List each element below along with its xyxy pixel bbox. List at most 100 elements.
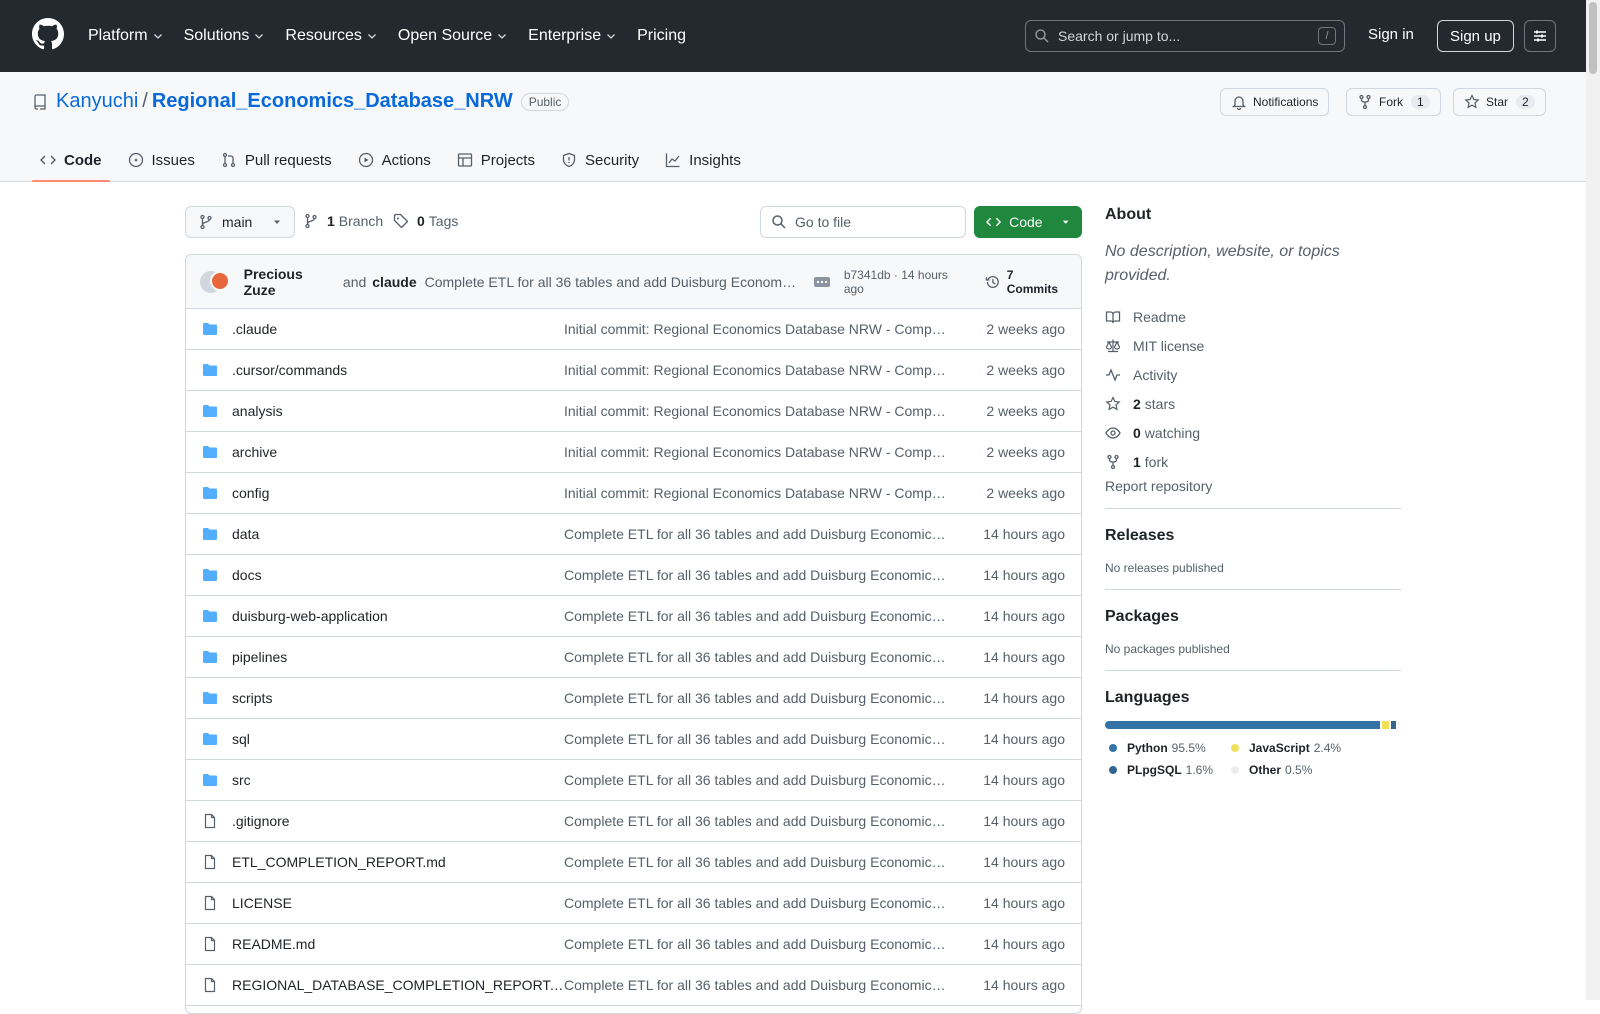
commit-message-link[interactable]: Complete ETL for all 36 tables and add D… bbox=[564, 731, 948, 747]
star-button[interactable]: Star 2 bbox=[1453, 88, 1546, 116]
watching-link[interactable]: 0 watching bbox=[1105, 418, 1401, 447]
file-row[interactable]: .gitignore Complete ETL for all 36 tables… bbox=[186, 801, 1081, 842]
file-name-link[interactable]: sql bbox=[232, 731, 564, 747]
tags-link[interactable]: 0 Tags bbox=[393, 213, 458, 229]
commit-message-link[interactable]: Complete ETL for all 36 tables and add D… bbox=[564, 895, 948, 911]
commit-message-link[interactable]: Complete ETL for all 36 tables and add D… bbox=[564, 649, 948, 665]
directory-row[interactable]: .claude Initial commit: Regional Economic… bbox=[186, 309, 1081, 350]
directory-row[interactable]: scripts Complete ETL for all 36 tables an… bbox=[186, 678, 1081, 719]
file-name-link[interactable]: docs bbox=[232, 567, 564, 583]
nav-platform[interactable]: Platform bbox=[88, 27, 164, 45]
commit-message-link[interactable]: Complete ETL for all 36 tables and add D… bbox=[564, 608, 948, 624]
file-name-link[interactable]: analysis bbox=[232, 403, 564, 419]
tab-insights[interactable]: Insights bbox=[657, 140, 749, 180]
nav-pricing[interactable]: Pricing bbox=[637, 27, 686, 45]
readme-link[interactable]: Readme bbox=[1105, 302, 1401, 331]
nav-enterprise[interactable]: Enterprise bbox=[528, 27, 617, 45]
forks-link[interactable]: 1 fork bbox=[1105, 447, 1401, 476]
file-name-link[interactable]: .cursor/commands bbox=[232, 362, 564, 378]
nav-open-source[interactable]: Open Source bbox=[398, 27, 508, 45]
commit-hash-time[interactable]: b7341db · 14 hours ago bbox=[844, 268, 969, 296]
go-to-file-input[interactable]: Go to file bbox=[760, 206, 966, 238]
file-name-link[interactable]: duisburg-web-application bbox=[232, 608, 564, 624]
language-item[interactable]: Python 95.5% bbox=[1105, 737, 1227, 759]
github-logo-icon[interactable] bbox=[32, 18, 64, 50]
commit-message-link[interactable]: Complete ETL for all 36 tables and add D… bbox=[564, 690, 948, 706]
page-scrollbar[interactable] bbox=[1586, 0, 1600, 1000]
scrollbar-thumb[interactable] bbox=[1589, 2, 1597, 74]
tab-security[interactable]: Security bbox=[553, 140, 647, 180]
commits-link[interactable]: 7 Commits bbox=[985, 268, 1067, 296]
settings-menu-button[interactable] bbox=[1524, 20, 1556, 52]
file-name-link[interactable]: src bbox=[232, 772, 564, 788]
fork-button[interactable]: Fork 1 bbox=[1346, 88, 1441, 116]
ellipsis-icon[interactable] bbox=[814, 276, 830, 287]
sign-up-button[interactable]: Sign up bbox=[1437, 20, 1514, 52]
directory-row[interactable]: archive Initial commit: Regional Economic… bbox=[186, 432, 1081, 473]
file-name-link[interactable]: README.md bbox=[232, 936, 564, 952]
report-repository-link[interactable]: Report repository bbox=[1105, 478, 1401, 494]
commit-message-link[interactable]: Complete ETL for all 36 tables and add D… bbox=[425, 274, 796, 290]
file-name-link[interactable]: scripts bbox=[232, 690, 564, 706]
directory-row[interactable]: docs Complete ETL for all 36 tables and a… bbox=[186, 555, 1081, 596]
packages-heading[interactable]: Packages bbox=[1105, 608, 1401, 626]
commit-message-link[interactable]: Initial commit: Regional Economics Datab… bbox=[564, 321, 948, 337]
code-dropdown-button[interactable]: Code bbox=[974, 206, 1082, 238]
commit-message-link[interactable]: Complete ETL for all 36 tables and add D… bbox=[564, 526, 948, 542]
sign-in-link[interactable]: Sign in bbox=[1368, 26, 1414, 43]
branches-link[interactable]: 1 Branch bbox=[303, 213, 383, 229]
file-name-link[interactable]: pipelines bbox=[232, 649, 564, 665]
commit-author-link[interactable]: Precious Zuze bbox=[244, 266, 337, 298]
commit-message-link[interactable]: Complete ETL for all 36 tables and add D… bbox=[564, 813, 948, 829]
commit-message-link[interactable]: Initial commit: Regional Economics Datab… bbox=[564, 362, 948, 378]
file-name-link[interactable]: ETL_COMPLETION_REPORT.md bbox=[232, 854, 564, 870]
tab-issues[interactable]: Issues bbox=[120, 140, 203, 180]
commit-coauthor-link[interactable]: claude bbox=[372, 274, 416, 290]
repo-name-link[interactable]: Regional_Economics_Database_NRW bbox=[152, 90, 513, 113]
directory-row[interactable]: .cursor/commands Initial commit: Regional… bbox=[186, 350, 1081, 391]
directory-row[interactable]: sql Complete ETL for all 36 tables and ad… bbox=[186, 719, 1081, 760]
nav-solutions[interactable]: Solutions bbox=[184, 27, 266, 45]
commit-message-link[interactable]: Initial commit: Regional Economics Datab… bbox=[564, 485, 948, 501]
commit-message-link[interactable]: Initial commit: Regional Economics Datab… bbox=[564, 403, 948, 419]
directory-row[interactable]: analysis Initial commit: Regional Economi… bbox=[186, 391, 1081, 432]
file-name-link[interactable]: .claude bbox=[232, 321, 564, 337]
commit-message-link[interactable]: Complete ETL for all 36 tables and add D… bbox=[564, 854, 948, 870]
directory-row[interactable]: config Initial commit: Regional Economics… bbox=[186, 473, 1081, 514]
notifications-button[interactable]: Notifications bbox=[1220, 88, 1330, 116]
directory-row[interactable]: pipelines Complete ETL for all 36 tables … bbox=[186, 637, 1081, 678]
tab-projects[interactable]: Projects bbox=[449, 140, 543, 180]
license-link[interactable]: MIT license bbox=[1105, 331, 1401, 360]
file-name-link[interactable]: .gitignore bbox=[232, 813, 564, 829]
commit-message-link[interactable]: Complete ETL for all 36 tables and add D… bbox=[564, 772, 948, 788]
commit-message-link[interactable]: Complete ETL for all 36 tables and add D… bbox=[564, 567, 948, 583]
commit-message-link[interactable]: Initial commit: Regional Economics Datab… bbox=[564, 444, 948, 460]
tab-actions[interactable]: Actions bbox=[350, 140, 439, 180]
language-item[interactable]: Other 0.5% bbox=[1227, 759, 1349, 781]
file-row[interactable]: ETL_COMPLETION_REPORT.md Complete ETL for… bbox=[186, 842, 1081, 883]
file-name-link[interactable]: data bbox=[232, 526, 564, 542]
repo-owner-link[interactable]: Kanyuchi bbox=[56, 90, 138, 113]
file-name-link[interactable]: REGIONAL_DATABASE_COMPLETION_REPORT.md bbox=[232, 977, 564, 993]
directory-row[interactable]: src Complete ETL for all 36 tables and ad… bbox=[186, 760, 1081, 801]
commit-message-link[interactable]: Complete ETL for all 36 tables and add D… bbox=[564, 977, 948, 993]
directory-row[interactable]: duisburg-web-application Complete ETL for… bbox=[186, 596, 1081, 637]
tab-pull-requests[interactable]: Pull requests bbox=[213, 140, 340, 180]
file-name-link[interactable]: LICENSE bbox=[232, 895, 564, 911]
file-name-link[interactable]: archive bbox=[232, 444, 564, 460]
file-name-link[interactable]: config bbox=[232, 485, 564, 501]
avatar[interactable] bbox=[200, 270, 230, 293]
releases-heading[interactable]: Releases bbox=[1105, 527, 1401, 545]
stars-link[interactable]: 2 stars bbox=[1105, 389, 1401, 418]
avatar[interactable] bbox=[210, 270, 230, 291]
activity-link[interactable]: Activity bbox=[1105, 360, 1401, 389]
directory-row[interactable]: data Complete ETL for all 36 tables and a… bbox=[186, 514, 1081, 555]
language-item[interactable]: JavaScript 2.4% bbox=[1227, 737, 1349, 759]
tab-code[interactable]: Code bbox=[32, 140, 110, 182]
branch-selector[interactable]: main bbox=[185, 206, 296, 238]
nav-resources[interactable]: Resources bbox=[285, 27, 377, 45]
file-row[interactable]: README.md Complete ETL for all 36 tables … bbox=[186, 924, 1081, 965]
language-item[interactable]: PLpgSQL 1.6% bbox=[1105, 759, 1227, 781]
commit-message-link[interactable]: Complete ETL for all 36 tables and add D… bbox=[564, 936, 948, 952]
global-search[interactable]: Search or jump to... / bbox=[1025, 20, 1345, 52]
